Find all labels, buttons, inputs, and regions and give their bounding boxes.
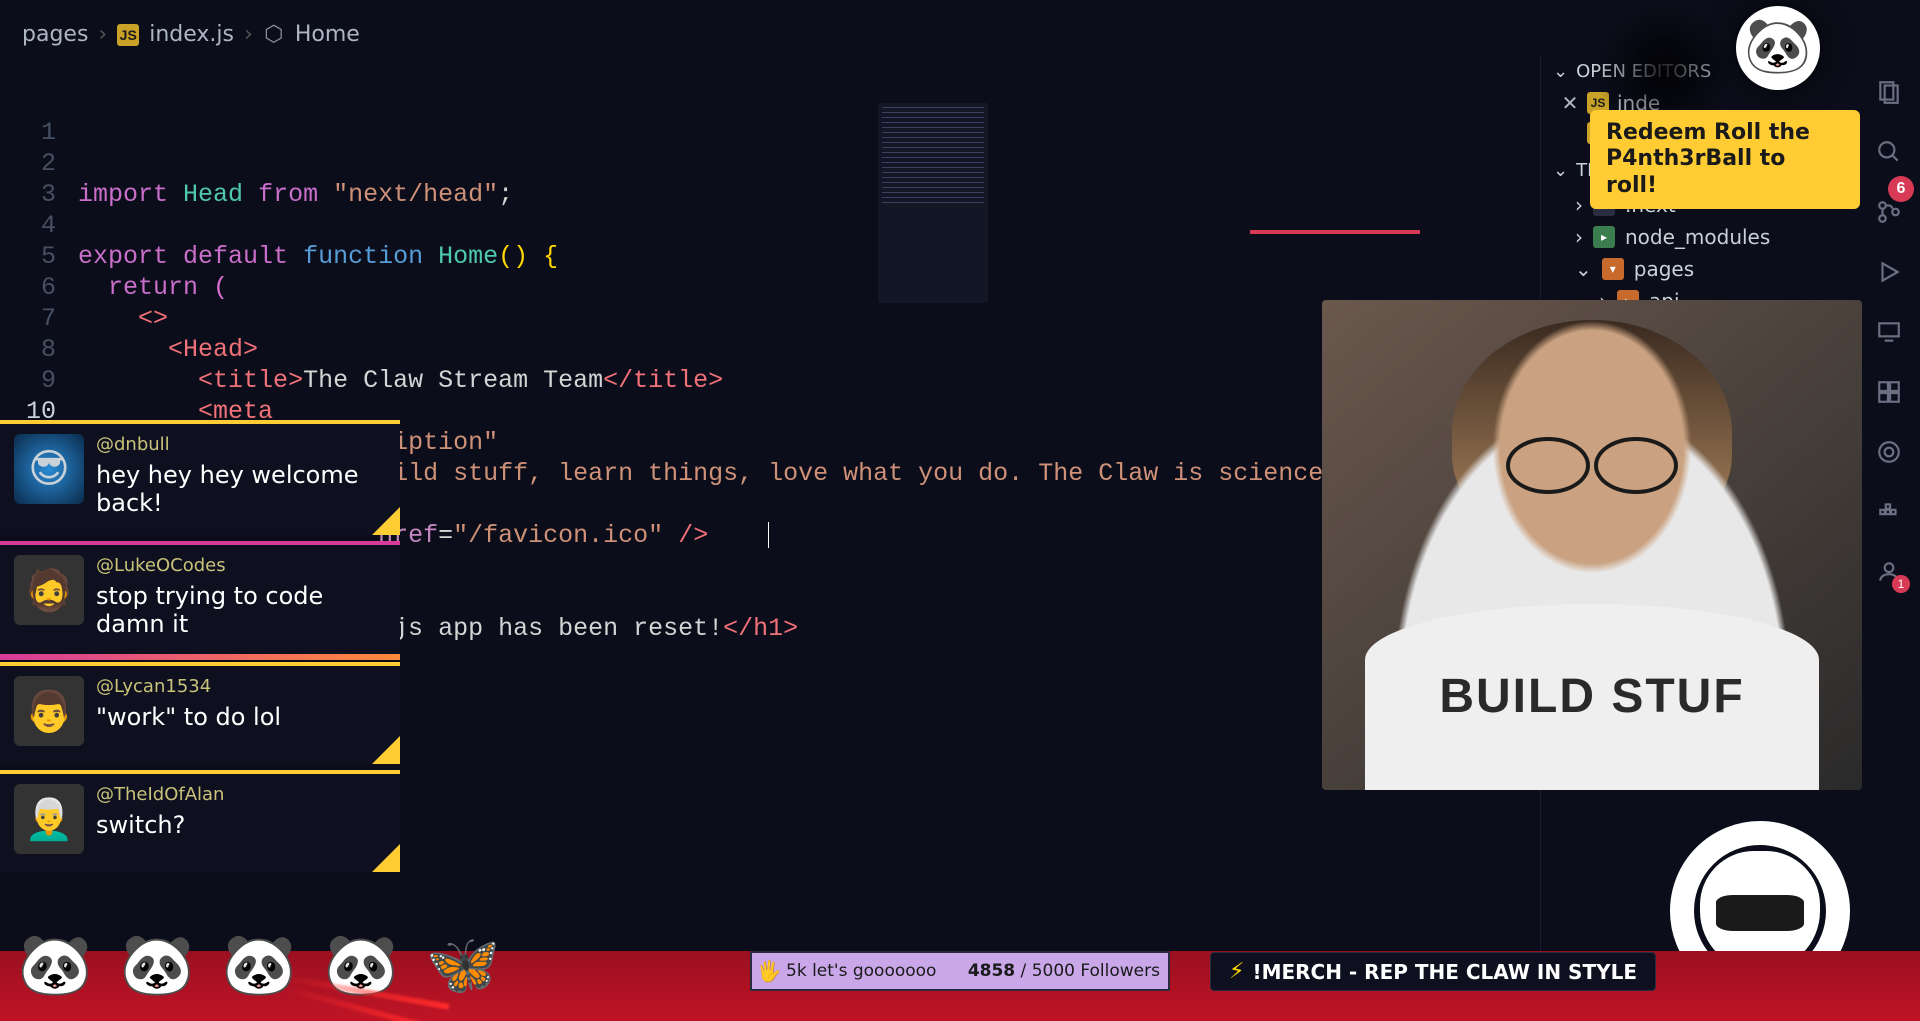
symbol-icon: ⬡ [263,24,285,46]
chat-text: "work" to do lol [96,703,281,731]
chevron-right-icon: › [98,22,107,47]
js-file-icon: JS [117,24,139,46]
breadcrumb-folder[interactable]: pages [22,22,88,47]
chevron-right-icon: › [1575,225,1583,249]
extensions-icon[interactable] [1872,375,1906,409]
diff-marker [1250,230,1420,234]
chat-username: @TheIdOfAlan [96,784,224,805]
shirt-text: BUILD STUF [1365,604,1819,790]
run-debug-icon[interactable] [1872,255,1906,289]
chat-text: switch? [96,811,224,839]
folder-icon: ▸ [1593,226,1615,248]
folder-icon: ▾ [1602,258,1624,280]
merch-banner: ⚡ !MERCH - REP THE CLAW IN STYLE [1210,952,1656,991]
live-share-icon[interactable] [1872,435,1906,469]
chevron-right-icon: › [1575,193,1583,217]
goal-count: 4858 / 5000 Followers [968,961,1168,981]
panther-emote-icon: 🐼 [112,921,202,1011]
chat-username: @LukeOCodes [96,555,386,576]
files-icon[interactable] [1872,75,1906,109]
chat-username: @Lycan1534 [96,676,281,697]
chevron-down-icon: ⌄ [1553,160,1568,181]
chat-message: 😎 @dnbull hey hey hey welcome back! [0,420,400,535]
minimap[interactable] [878,103,988,303]
redeem-tooltip: Redeem Roll the P4nth3rBall to roll! [1590,110,1860,209]
follower-goal: 🖐 5k let's gooooooo 4858 / 5000 Follower… [750,951,1170,991]
accounts-icon[interactable] [1872,555,1906,589]
search-icon[interactable] [1872,135,1906,169]
goal-label: 5k let's gooooooo [786,961,968,981]
avatar: 😎 [14,434,84,504]
bolt-icon: ⚡ [1229,959,1244,984]
panther-emote-icon: 🐼 [10,921,100,1011]
chat-text: hey hey hey welcome back! [96,461,386,517]
chat-overlay: 😎 @dnbull hey hey hey welcome back! 🧔 @L… [0,420,400,878]
chat-username: @dnbull [96,434,386,455]
panther-logo-icon: 🐼 [1736,6,1820,90]
chevron-down-icon: ⌄ [1575,257,1592,281]
chat-text: stop trying to code damn it [96,582,386,638]
moth-emote-icon: 🦋 [418,921,508,1011]
avatar: 🧔 [14,555,84,625]
avatar: 👨 [14,676,84,746]
chat-message: 👨 @Lycan1534 "work" to do lol [0,662,400,764]
breadcrumb-symbol[interactable]: Home [295,22,360,47]
close-icon[interactable]: ✕ [1561,91,1579,115]
chat-message: 👨‍🦳 @TheIdOfAlan switch? [0,770,400,872]
goal-icon: 🖐 [752,959,786,983]
chevron-right-icon: › [244,22,253,47]
remote-icon[interactable] [1872,315,1906,349]
docker-icon[interactable] [1872,495,1906,529]
breadcrumb-file[interactable]: index.js [149,22,234,47]
panther-emote-icon: 🐼 [214,921,304,1011]
chevron-down-icon: ⌄ [1553,61,1568,82]
changes-count-badge: 6 [1888,176,1914,202]
avatar: 👨‍🦳 [14,784,84,854]
webcam-feed: BUILD STUF [1322,300,1862,790]
activity-bar [1858,55,1920,1016]
chat-message: 🧔 @LukeOCodes stop trying to code damn i… [0,541,400,656]
text-cursor [768,522,769,548]
